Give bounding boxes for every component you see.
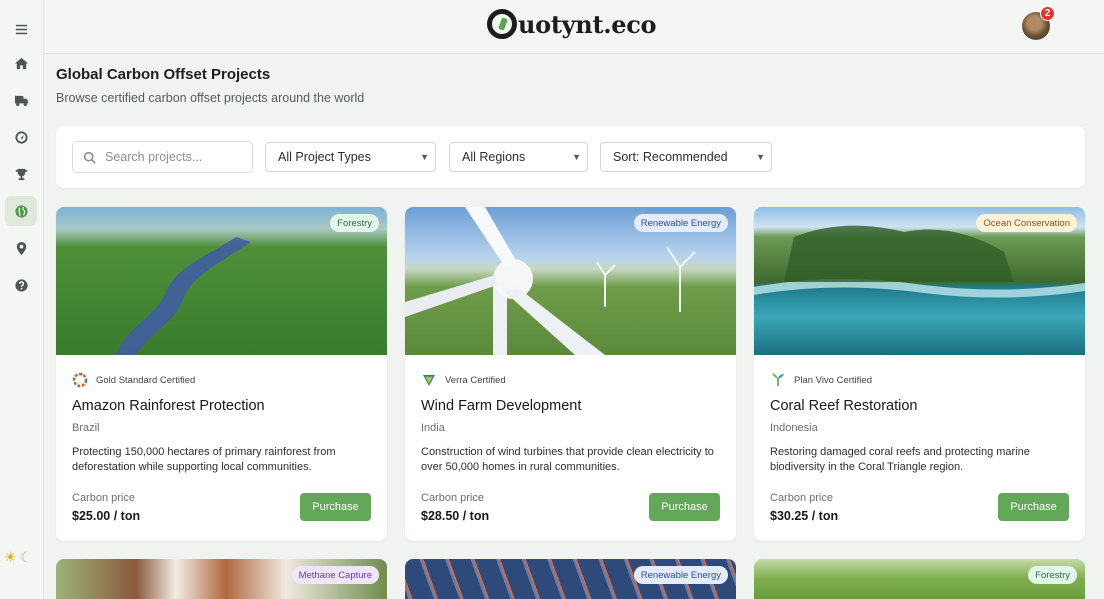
category-tag: Methane Capture <box>291 566 379 584</box>
menu-icon <box>15 24 27 34</box>
logo-leaf-icon <box>487 9 517 39</box>
logo-text: uotynt.eco <box>518 9 657 39</box>
verra-icon <box>423 375 435 386</box>
project-image: Forestry <box>56 207 387 355</box>
certification-label: Gold Standard Certified <box>96 374 196 386</box>
project-type-value: All Project Types <box>278 150 371 164</box>
search-input[interactable] <box>105 150 245 164</box>
trophy-icon <box>15 168 27 180</box>
sort-select[interactable]: Sort: Recommended ▼ <box>600 142 772 172</box>
purchase-button[interactable]: Purchase <box>300 493 371 521</box>
menu-button[interactable] <box>5 14 37 44</box>
truck-icon <box>14 95 28 106</box>
page-title: Global Carbon Offset Projects <box>56 66 271 83</box>
search-box[interactable] <box>72 141 253 173</box>
price-label: Carbon price <box>72 492 135 504</box>
project-type-select[interactable]: All Project Types ▼ <box>265 142 436 172</box>
project-card[interactable]: Renewable Energy <box>405 559 736 599</box>
project-image: Forestry <box>754 559 1085 599</box>
theme-toggle[interactable]: ☀ ☾ <box>4 548 32 566</box>
search-icon <box>83 151 96 164</box>
home-icon <box>14 57 28 69</box>
project-card[interactable]: Renewable Energy Verra Certified Wind Fa… <box>405 207 736 541</box>
header: uotynt.eco <box>44 0 1104 54</box>
sun-icon[interactable]: ☀ <box>4 548 17 566</box>
chevron-down-icon: ▼ <box>420 152 429 162</box>
sidebar-item-projects[interactable] <box>5 196 37 226</box>
sidebar-item-dashboard[interactable] <box>5 122 37 152</box>
sort-value: Sort: Recommended <box>613 150 728 164</box>
project-image: Renewable Energy <box>405 559 736 599</box>
help-icon <box>14 278 28 292</box>
project-location: Brazil <box>72 422 100 434</box>
sidebar: ☀ ☾ <box>0 0 44 599</box>
map-pin-icon <box>16 241 26 255</box>
project-image: Methane Capture <box>56 559 387 599</box>
price-value: $25.00 / ton <box>72 509 141 523</box>
gold-standard-icon <box>72 372 88 388</box>
category-tag: Renewable Energy <box>633 566 728 584</box>
moon-icon[interactable]: ☾ <box>20 548 33 566</box>
project-location: India <box>421 422 445 434</box>
project-card[interactable]: Forestry <box>754 559 1085 599</box>
price-label: Carbon price <box>770 492 833 504</box>
filter-bar: All Project Types ▼ All Regions ▼ Sort: … <box>56 126 1085 188</box>
category-tag: Forestry <box>1028 566 1077 584</box>
project-description: Restoring damaged coral reefs and protec… <box>770 446 1030 473</box>
region-select[interactable]: All Regions ▼ <box>449 142 588 172</box>
logo[interactable]: uotynt.eco <box>487 9 657 39</box>
project-image: Renewable Energy <box>405 207 736 355</box>
category-tag: Forestry <box>330 214 379 232</box>
page-subtitle: Browse certified carbon offset projects … <box>56 91 365 105</box>
gauge-icon <box>14 130 28 144</box>
project-title: Coral Reef Restoration <box>770 398 918 414</box>
sidebar-item-help[interactable] <box>5 270 37 300</box>
certification: Verra Certified <box>421 372 506 388</box>
chevron-down-icon: ▼ <box>572 152 581 162</box>
price-value: $30.25 / ton <box>770 509 839 523</box>
project-description: Protecting 150,000 hectares of primary r… <box>72 446 336 473</box>
certification: Gold Standard Certified <box>72 372 195 388</box>
purchase-button[interactable]: Purchase <box>649 493 720 521</box>
purchase-button[interactable]: Purchase <box>998 493 1069 521</box>
price-value: $28.50 / ton <box>421 509 490 523</box>
region-value: All Regions <box>462 150 526 164</box>
category-tag: Renewable Energy <box>633 214 728 232</box>
certification: Plan Vivo Certified <box>770 372 872 388</box>
project-description: Construction of wind turbines that provi… <box>421 446 714 473</box>
project-card[interactable]: Ocean Conservation Plan Vivo Certified C… <box>754 207 1085 541</box>
project-title: Wind Farm Development <box>421 398 582 414</box>
chevron-down-icon: ▼ <box>756 152 765 162</box>
certification-label: Verra Certified <box>445 374 506 386</box>
plan-vivo-icon <box>772 373 784 386</box>
project-title: Amazon Rainforest Protection <box>72 398 265 414</box>
project-card[interactable]: Methane Capture <box>56 559 387 599</box>
globe-icon <box>14 204 28 218</box>
sidebar-item-achievements[interactable] <box>5 159 37 189</box>
sidebar-item-locations[interactable] <box>5 233 37 263</box>
sidebar-item-home[interactable] <box>5 48 37 78</box>
project-location: Indonesia <box>770 422 818 434</box>
sidebar-item-shipping[interactable] <box>5 85 37 115</box>
category-tag: Ocean Conservation <box>976 214 1077 232</box>
project-image: Ocean Conservation <box>754 207 1085 355</box>
project-card[interactable]: Forestry Gold Standard Certified Amazon … <box>56 207 387 541</box>
certification-label: Plan Vivo Certified <box>794 374 872 386</box>
price-label: Carbon price <box>421 492 484 504</box>
notification-badge: 2 <box>1040 6 1055 21</box>
